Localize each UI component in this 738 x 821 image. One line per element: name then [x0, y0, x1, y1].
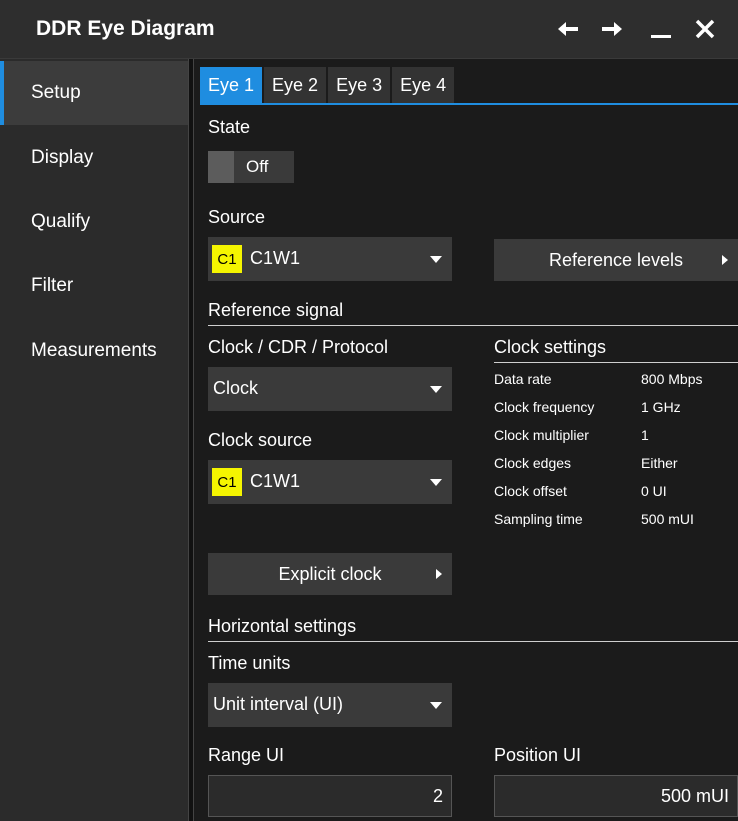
state-label: State: [208, 117, 251, 137]
clock-source-value: C1W1: [250, 471, 301, 491]
sidebar-item-label: Display: [31, 147, 94, 168]
section-divider: [208, 325, 738, 326]
sampling-time-key: Sampling time: [494, 511, 583, 527]
data-rate-value: 800 Mbps: [641, 371, 703, 387]
tab-eye-2[interactable]: Eye 2: [264, 67, 327, 103]
sampling-time-value: 500 mUI: [641, 511, 694, 527]
sidebar-item-label: Filter: [31, 275, 74, 296]
clock-settings-heading: Clock settings: [494, 337, 607, 357]
range-ui-input[interactable]: 2: [208, 775, 452, 817]
channel-chip: C1: [212, 245, 242, 273]
clock-multiplier-key: Clock multiplier: [494, 427, 589, 443]
source-label: Source: [208, 207, 266, 227]
chevron-down-icon: [430, 386, 442, 393]
time-units-label: Time units: [208, 653, 291, 673]
setup-panel: Eye 1 Eye 2 Eye 3 Eye 4 State Off Source…: [194, 59, 738, 821]
channel-chip: C1: [212, 468, 242, 496]
source-value: C1W1: [250, 248, 301, 268]
title-bar: DDR Eye Diagram: [0, 0, 738, 59]
eye-tabs: Eye 1 Eye 2 Eye 3 Eye 4: [200, 67, 456, 103]
toggle-knob: [208, 151, 234, 183]
reference-levels-button[interactable]: Reference levels: [494, 239, 738, 281]
sidebar-item-label: Setup: [31, 82, 81, 103]
clock-mode-dropdown[interactable]: Clock: [208, 367, 452, 411]
state-toggle[interactable]: Off: [208, 151, 294, 183]
tab-underline: [200, 103, 738, 105]
clock-frequency-value: 1 GHz: [641, 399, 681, 415]
sidebar: Setup Display Qualify Filter Measurement…: [0, 59, 188, 821]
section-divider: [208, 641, 738, 642]
range-ui-label: Range UI: [208, 745, 285, 765]
clock-cdr-protocol-label: Clock / CDR / Protocol: [208, 337, 389, 357]
sidebar-item-filter[interactable]: Filter: [0, 254, 188, 318]
horizontal-settings-heading: Horizontal settings: [208, 616, 357, 636]
sidebar-item-setup[interactable]: Setup: [0, 61, 188, 125]
clock-source-dropdown[interactable]: C1 C1W1: [208, 460, 452, 504]
explicit-clock-button[interactable]: Explicit clock: [208, 553, 452, 595]
tab-eye-1[interactable]: Eye 1: [200, 67, 263, 103]
state-value: Off: [246, 157, 269, 176]
section-divider: [494, 362, 738, 363]
chevron-right-icon: [722, 255, 728, 265]
clock-offset-key: Clock offset: [494, 483, 567, 499]
forward-arrow-icon[interactable]: [595, 12, 629, 46]
clock-mode-value: Clock: [213, 378, 259, 398]
close-icon[interactable]: [688, 12, 722, 46]
position-ui-input[interactable]: 500 mUI: [494, 775, 738, 817]
tab-eye-4[interactable]: Eye 4: [392, 67, 455, 103]
back-arrow-icon[interactable]: [551, 12, 585, 46]
clock-edges-key: Clock edges: [494, 455, 572, 471]
sidebar-item-label: Qualify: [31, 211, 91, 232]
window-title: DDR Eye Diagram: [36, 17, 215, 40]
button-label: Explicit clock: [278, 563, 382, 584]
sidebar-item-display[interactable]: Display: [0, 126, 188, 190]
time-units-dropdown[interactable]: Unit interval (UI): [208, 683, 452, 727]
sidebar-item-qualify[interactable]: Qualify: [0, 190, 188, 254]
chevron-down-icon: [430, 702, 442, 709]
time-units-value: Unit interval (UI): [213, 694, 344, 714]
dialog-window: DDR Eye Diagram Setup Display Qualify Fi…: [0, 0, 738, 821]
sidebar-item-label: Measurements: [31, 340, 157, 361]
source-dropdown[interactable]: C1 C1W1: [208, 237, 452, 281]
clock-source-label: Clock source: [208, 430, 313, 450]
clock-frequency-key: Clock frequency: [494, 399, 595, 415]
clock-edges-value: Either: [641, 455, 678, 471]
minimize-icon[interactable]: [644, 12, 678, 46]
chevron-down-icon: [430, 479, 442, 486]
tab-eye-3[interactable]: Eye 3: [328, 67, 391, 103]
position-ui-label: Position UI: [494, 745, 582, 765]
clock-multiplier-value: 1: [641, 427, 649, 443]
chevron-right-icon: [436, 569, 442, 579]
chevron-down-icon: [430, 256, 442, 263]
data-rate-key: Data rate: [494, 371, 552, 387]
sidebar-item-measurements[interactable]: Measurements: [0, 319, 188, 383]
button-label: Reference levels: [548, 249, 684, 270]
clock-offset-value: 0 UI: [641, 483, 667, 499]
reference-signal-heading: Reference signal: [208, 300, 344, 320]
